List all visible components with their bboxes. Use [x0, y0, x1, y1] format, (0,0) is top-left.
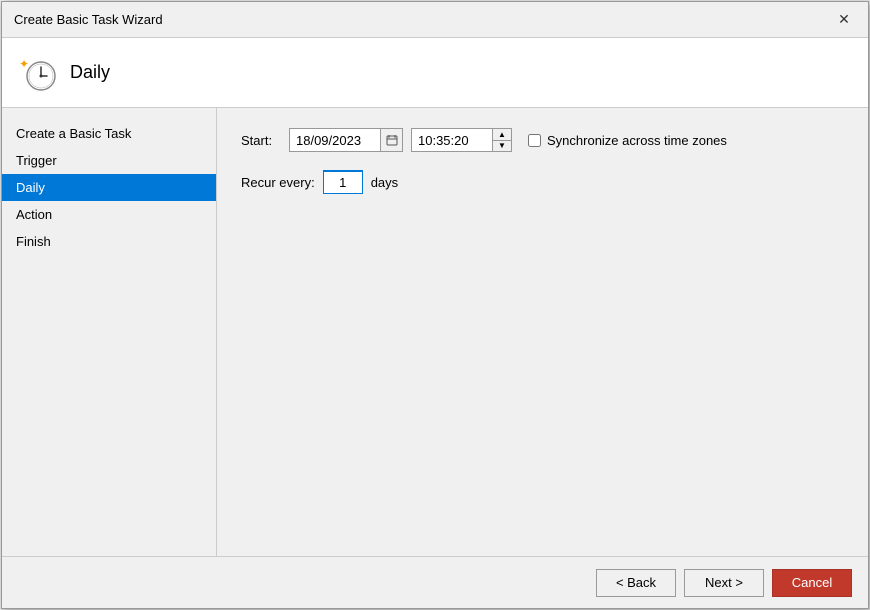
cancel-button[interactable]: Cancel	[772, 569, 852, 597]
time-spin-up[interactable]: ▲	[493, 129, 511, 140]
time-input-wrapper: ▲ ▼	[411, 128, 512, 152]
main-content: Start:	[217, 108, 868, 556]
dialog-window: Create Basic Task Wizard ✕ ✦ Daily Creat…	[1, 1, 869, 609]
task-icon-svg: ✦	[19, 54, 57, 92]
next-button[interactable]: Next >	[684, 569, 764, 597]
close-button[interactable]: ✕	[832, 8, 856, 32]
sidebar-item-trigger[interactable]: Trigger	[2, 147, 216, 174]
back-button[interactable]: < Back	[596, 569, 676, 597]
sidebar-item-daily[interactable]: Daily	[2, 174, 216, 201]
recur-row: Recur every: days	[241, 170, 844, 194]
start-row: Start:	[241, 128, 844, 152]
sync-timezone-checkbox[interactable]	[528, 134, 541, 147]
date-input-wrapper	[289, 128, 403, 152]
sidebar-item-create-basic-task[interactable]: Create a Basic Task	[2, 120, 216, 147]
window-title: Create Basic Task Wizard	[14, 12, 163, 27]
header-title: Daily	[70, 62, 110, 83]
sidebar-item-finish[interactable]: Finish	[2, 228, 216, 255]
header-section: ✦ Daily	[2, 38, 868, 108]
date-input[interactable]	[290, 129, 380, 151]
sync-timezone-label[interactable]: Synchronize across time zones	[547, 133, 727, 148]
footer: < Back Next > Cancel	[2, 556, 868, 608]
time-spin-buttons: ▲ ▼	[492, 129, 511, 151]
content-area: Create a Basic Task Trigger Daily Action…	[2, 108, 868, 556]
time-spin-down[interactable]: ▼	[493, 140, 511, 151]
sync-checkbox-wrapper: Synchronize across time zones	[528, 133, 727, 148]
recur-label: Recur every:	[241, 175, 315, 190]
title-bar: Create Basic Task Wizard ✕	[2, 2, 868, 38]
time-input[interactable]	[412, 129, 492, 151]
start-label: Start:	[241, 133, 281, 148]
sidebar: Create a Basic Task Trigger Daily Action…	[2, 108, 217, 556]
recur-input[interactable]	[323, 170, 363, 194]
svg-text:✦: ✦	[19, 57, 29, 71]
sidebar-item-action[interactable]: Action	[2, 201, 216, 228]
task-icon: ✦	[18, 53, 58, 93]
date-picker-button[interactable]	[380, 129, 402, 151]
recur-unit: days	[371, 175, 398, 190]
